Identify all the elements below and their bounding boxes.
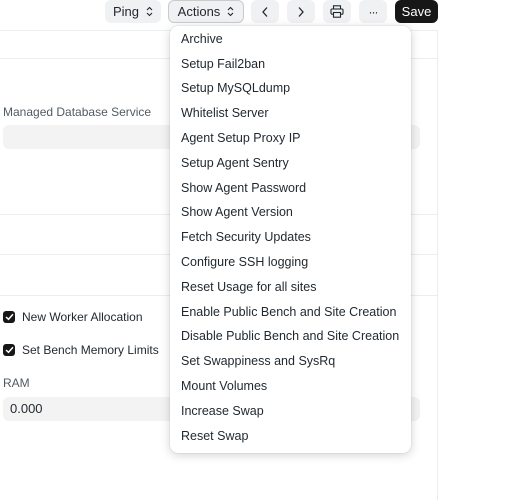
- menu-item-setup-fail2ban[interactable]: Setup Fail2ban: [170, 51, 411, 76]
- set-bench-memory-limits-checkbox[interactable]: [3, 344, 15, 356]
- managed-database-label: Managed Database Service: [3, 105, 152, 119]
- actions-button-label: Actions: [177, 4, 221, 19]
- menu-item-enable-public-bench[interactable]: Enable Public Bench and Site Creation: [170, 299, 411, 324]
- menu-item-whitelist-server[interactable]: Whitelist Server: [170, 101, 411, 126]
- form-column-divider: [437, 30, 438, 500]
- menu-item-increase-swap[interactable]: Increase Swap: [170, 399, 411, 424]
- more-options-button[interactable]: ···: [359, 0, 387, 23]
- save-button[interactable]: Save: [395, 0, 438, 23]
- chevron-left-icon: [262, 6, 268, 17]
- print-button[interactable]: [323, 0, 351, 23]
- menu-item-fetch-security-updates[interactable]: Fetch Security Updates: [170, 225, 411, 250]
- chevron-right-icon: [298, 6, 304, 17]
- ram-value: 0.000: [10, 401, 43, 416]
- set-bench-memory-limits-label: Set Bench Memory Limits: [22, 343, 159, 357]
- menu-item-agent-setup-proxy-ip[interactable]: Agent Setup Proxy IP: [170, 126, 411, 151]
- save-button-label: Save: [401, 4, 432, 19]
- previous-button[interactable]: [251, 0, 279, 23]
- menu-item-show-agent-version[interactable]: Show Agent Version: [170, 200, 411, 225]
- new-worker-allocation-label: New Worker Allocation: [22, 310, 143, 324]
- new-worker-allocation-checkbox[interactable]: [3, 311, 15, 323]
- menu-item-set-swappiness[interactable]: Set Swappiness and SysRq: [170, 349, 411, 374]
- checkmark-icon: [4, 346, 14, 354]
- checkmark-icon: [4, 313, 14, 321]
- menu-item-setup-agent-sentry[interactable]: Setup Agent Sentry: [170, 151, 411, 176]
- ellipsis-icon: ···: [368, 4, 379, 19]
- ram-label: RAM: [3, 376, 30, 390]
- actions-dropdown-menu: Archive Setup Fail2ban Setup MySQLdump W…: [170, 26, 411, 453]
- next-button[interactable]: [287, 0, 315, 23]
- select-updown-icon: [227, 6, 234, 17]
- actions-button[interactable]: Actions: [168, 0, 244, 23]
- menu-item-disable-public-bench[interactable]: Disable Public Bench and Site Creation: [170, 324, 411, 349]
- menu-item-configure-ssh-logging[interactable]: Configure SSH logging: [170, 250, 411, 275]
- menu-item-reset-usage[interactable]: Reset Usage for all sites: [170, 275, 411, 300]
- printer-icon: [330, 5, 344, 18]
- menu-item-reset-swap[interactable]: Reset Swap: [170, 423, 411, 448]
- menu-item-show-agent-password[interactable]: Show Agent Password: [170, 175, 411, 200]
- menu-item-mount-volumes[interactable]: Mount Volumes: [170, 374, 411, 399]
- select-updown-icon: [146, 6, 153, 17]
- ping-button-label: Ping: [112, 4, 140, 19]
- ping-button[interactable]: Ping: [105, 0, 161, 23]
- menu-item-archive[interactable]: Archive: [170, 27, 411, 52]
- menu-item-setup-mysqldump[interactable]: Setup MySQLdump: [170, 76, 411, 101]
